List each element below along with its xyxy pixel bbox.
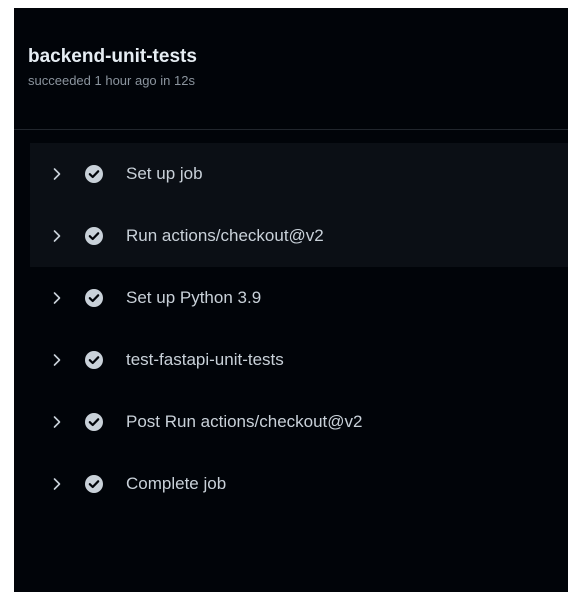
step-post-run-actions-checkout[interactable]: Post Run actions/checkout@v2 xyxy=(30,391,568,453)
step-label: Post Run actions/checkout@v2 xyxy=(126,412,363,431)
chevron-right-icon[interactable] xyxy=(50,476,64,492)
job-status: succeeded 1 hour ago in 12s xyxy=(28,73,195,88)
step-test-fastapi-unit-tests[interactable]: test-fastapi-unit-tests xyxy=(30,329,568,391)
step-set-up-python[interactable]: Set up Python 3.9 xyxy=(30,267,568,329)
step-label: Run actions/checkout@v2 xyxy=(126,226,324,245)
chevron-right-icon[interactable] xyxy=(50,352,64,368)
step-label: Complete job xyxy=(126,474,227,493)
step-label: Set up job xyxy=(126,164,203,183)
step-set-up-job[interactable]: Set up job xyxy=(30,143,568,205)
chevron-right-icon[interactable] xyxy=(50,228,64,244)
check-circle-icon xyxy=(84,474,104,494)
step-label: Set up Python 3.9 xyxy=(126,288,262,307)
check-circle-icon xyxy=(84,350,104,370)
job-title: backend-unit-tests xyxy=(28,46,197,67)
check-circle-icon xyxy=(84,164,104,184)
step-complete-job[interactable]: Complete job xyxy=(30,453,568,515)
check-circle-icon xyxy=(84,288,104,308)
job-panel: backend-unit-tests succeeded 1 hour ago … xyxy=(14,8,568,592)
steps-list: Set up job Run actions/checkout@v2 Set u… xyxy=(30,143,568,515)
step-run-actions-checkout[interactable]: Run actions/checkout@v2 xyxy=(30,205,568,267)
check-circle-icon xyxy=(84,226,104,246)
job-header: backend-unit-tests succeeded 1 hour ago … xyxy=(14,8,568,130)
chevron-right-icon[interactable] xyxy=(50,290,64,306)
chevron-right-icon[interactable] xyxy=(50,414,64,430)
step-label: test-fastapi-unit-tests xyxy=(126,350,284,369)
check-circle-icon xyxy=(84,412,104,432)
chevron-right-icon[interactable] xyxy=(50,166,64,182)
